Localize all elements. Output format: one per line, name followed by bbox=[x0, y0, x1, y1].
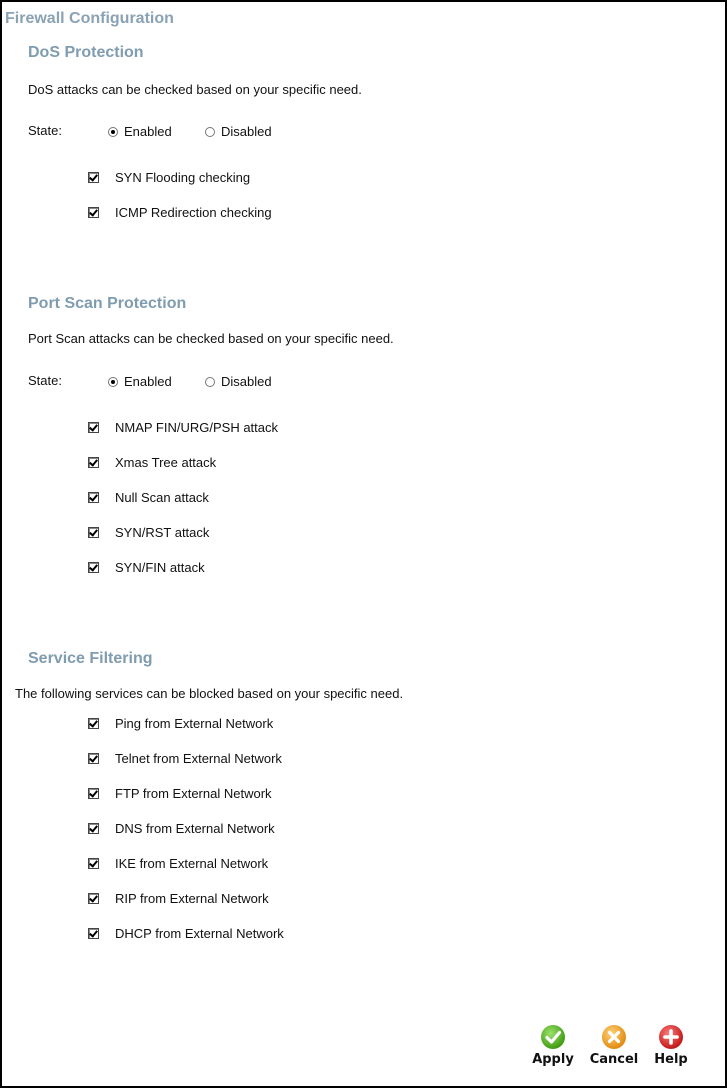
dos-state-label: State: bbox=[28, 123, 62, 138]
checkbox-checked-icon bbox=[88, 893, 99, 904]
service-dhcp-checkbox[interactable]: DHCP from External Network bbox=[88, 926, 284, 941]
checkmark-icon bbox=[541, 1025, 565, 1049]
portscan-disabled-radio[interactable]: Disabled bbox=[205, 374, 272, 389]
cancel-x-icon bbox=[602, 1025, 626, 1049]
checkbox-checked-icon bbox=[88, 527, 99, 538]
cancel-button[interactable]: Cancel bbox=[586, 1024, 642, 1067]
portscan-syn-rst-checkbox[interactable]: SYN/RST attack bbox=[88, 525, 209, 540]
dos-enabled-radio[interactable]: Enabled bbox=[108, 124, 172, 139]
radio-unselected-icon bbox=[205, 126, 215, 137]
portscan-section-title: Port Scan Protection bbox=[28, 295, 187, 312]
portscan-syn-fin-checkbox[interactable]: SYN/FIN attack bbox=[88, 560, 205, 575]
help-plus-icon bbox=[659, 1025, 683, 1049]
checkbox-label: NMAP FIN/URG/PSH attack bbox=[115, 420, 279, 435]
checkbox-checked-icon bbox=[88, 207, 99, 218]
portscan-state-label: State: bbox=[28, 373, 62, 388]
apply-button[interactable]: Apply bbox=[528, 1024, 578, 1067]
portscan-disabled-label: Disabled bbox=[221, 374, 272, 389]
dos-disabled-radio[interactable]: Disabled bbox=[205, 124, 272, 139]
portscan-null-scan-checkbox[interactable]: Null Scan attack bbox=[88, 490, 209, 505]
checkbox-label: FTP from External Network bbox=[115, 786, 272, 801]
apply-label: Apply bbox=[532, 1052, 574, 1067]
portscan-xmas-tree-checkbox[interactable]: Xmas Tree attack bbox=[88, 455, 216, 470]
help-label: Help bbox=[654, 1052, 688, 1067]
checkbox-checked-icon bbox=[88, 492, 99, 503]
dos-icmp-redirection-checkbox[interactable]: ICMP Redirection checking bbox=[88, 205, 272, 220]
checkbox-label: DNS from External Network bbox=[115, 821, 275, 836]
radio-unselected-icon bbox=[205, 376, 215, 387]
checkbox-checked-icon bbox=[88, 928, 99, 939]
service-rip-checkbox[interactable]: RIP from External Network bbox=[88, 891, 269, 906]
portscan-enabled-radio[interactable]: Enabled bbox=[108, 374, 172, 389]
checkbox-label: Xmas Tree attack bbox=[115, 455, 217, 470]
checkbox-label: SYN/RST attack bbox=[115, 525, 210, 540]
checkbox-checked-icon bbox=[88, 562, 99, 573]
services-description: The following services can be blocked ba… bbox=[15, 686, 404, 701]
dos-enabled-label: Enabled bbox=[124, 124, 172, 139]
checkbox-checked-icon bbox=[88, 422, 99, 433]
checkbox-checked-icon bbox=[88, 788, 99, 799]
cancel-label: Cancel bbox=[589, 1052, 639, 1067]
checkbox-label: Null Scan attack bbox=[115, 490, 209, 505]
checkbox-label: Telnet from External Network bbox=[115, 751, 282, 766]
service-ftp-checkbox[interactable]: FTP from External Network bbox=[88, 786, 272, 801]
checkbox-checked-icon bbox=[88, 718, 99, 729]
portscan-description: Port Scan attacks can be checked based o… bbox=[28, 331, 394, 346]
radio-selected-icon bbox=[108, 126, 118, 137]
checkbox-checked-icon bbox=[88, 457, 99, 468]
portscan-enabled-label: Enabled bbox=[124, 374, 172, 389]
checkbox-label: RIP from External Network bbox=[115, 891, 269, 906]
dos-syn-flooding-checkbox[interactable]: SYN Flooding checking bbox=[88, 170, 250, 185]
page-title: Firewall Configuration bbox=[5, 10, 174, 27]
checkbox-label: ICMP Redirection checking bbox=[115, 205, 272, 220]
dos-description: DoS attacks can be checked based on your… bbox=[28, 82, 362, 97]
dos-disabled-label: Disabled bbox=[221, 124, 272, 139]
checkbox-checked-icon bbox=[88, 172, 99, 183]
checkbox-checked-icon bbox=[88, 858, 99, 869]
help-button[interactable]: Help bbox=[648, 1024, 694, 1067]
service-telnet-checkbox[interactable]: Telnet from External Network bbox=[88, 751, 282, 766]
checkbox-label: DHCP from External Network bbox=[115, 926, 284, 941]
dos-section-title: DoS Protection bbox=[28, 44, 144, 61]
portscan-nmap-checkbox[interactable]: NMAP FIN/URG/PSH attack bbox=[88, 420, 278, 435]
services-section-title: Service Filtering bbox=[28, 650, 153, 667]
checkbox-label: Ping from External Network bbox=[115, 716, 274, 731]
service-ike-checkbox[interactable]: IKE from External Network bbox=[88, 856, 268, 871]
service-dns-checkbox[interactable]: DNS from External Network bbox=[88, 821, 275, 836]
radio-selected-icon bbox=[108, 376, 118, 387]
checkbox-label: SYN/FIN attack bbox=[115, 560, 205, 575]
service-ping-checkbox[interactable]: Ping from External Network bbox=[88, 716, 273, 731]
checkbox-checked-icon bbox=[88, 823, 99, 834]
checkbox-checked-icon bbox=[88, 753, 99, 764]
checkbox-label: SYN Flooding checking bbox=[115, 170, 251, 185]
firewall-panel: Firewall Configuration DoS Protection Do… bbox=[0, 0, 727, 1088]
checkbox-label: IKE from External Network bbox=[115, 856, 269, 871]
